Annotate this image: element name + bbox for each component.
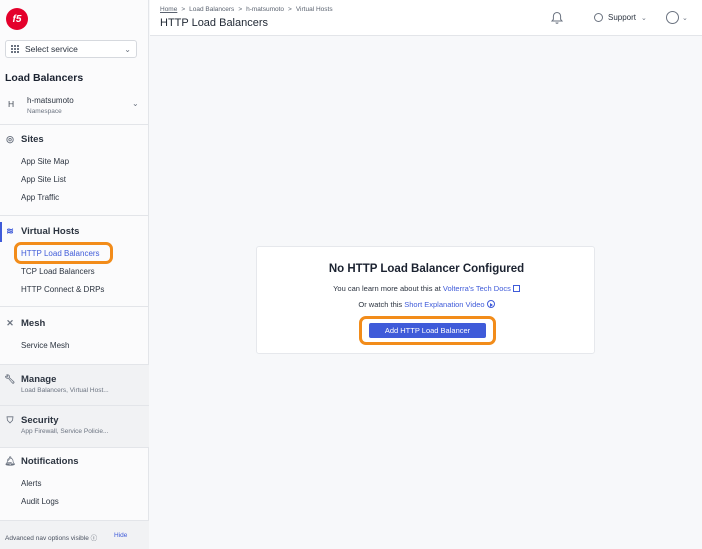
active-indicator: [0, 222, 2, 242]
nav-group-sites[interactable]: ◎ Sites: [5, 134, 44, 145]
breadcrumb-virtual-hosts: Virtual Hosts: [295, 6, 333, 13]
chevron-down-icon: ⌄: [124, 44, 131, 54]
highlight-annotation: Add HTTP Load Balancer: [359, 316, 496, 345]
nav-group-virtual-hosts[interactable]: ≋ Virtual Hosts: [5, 226, 79, 237]
nav-group-subtitle: Load Balancers, Virtual Host...: [21, 387, 109, 394]
namespace-selector[interactable]: H h-matsumoto Namespace ⌄: [0, 90, 149, 124]
breadcrumb-separator: >: [181, 6, 186, 13]
nav-group-label: Notifications: [21, 456, 79, 467]
globe-icon: [594, 13, 603, 22]
select-service-dropdown[interactable]: Select service ⌄: [5, 40, 137, 58]
section-title: Load Balancers: [5, 72, 84, 84]
docs-line-prefix: You can learn more about this at: [333, 284, 443, 293]
user-menu[interactable]: ⌄: [666, 11, 688, 24]
namespace-name: h-matsumoto: [27, 96, 74, 105]
grid-icon: [11, 44, 20, 54]
select-service-label: Select service: [25, 44, 78, 54]
breadcrumb-home[interactable]: Home: [160, 6, 177, 13]
mesh-icon: ✕: [6, 318, 14, 328]
empty-state-title: No HTTP Load Balancer Configured: [328, 263, 525, 275]
video-line-prefix: Or watch this: [358, 300, 405, 309]
nav-group-label: Security: [21, 415, 59, 426]
divider: [0, 306, 149, 307]
sidebar-item-http-load-balancers[interactable]: HTTP Load Balancers: [21, 249, 100, 258]
hide-link[interactable]: Hide: [114, 532, 127, 539]
shield-icon: ⛉: [6, 415, 14, 425]
sites-icon: ◎: [6, 134, 14, 144]
sidebar-item-http-connect-drps[interactable]: HTTP Connect & DRPs: [21, 285, 104, 294]
wrench-icon: 🔧︎: [4, 374, 16, 384]
chevron-down-icon: ⌄: [682, 14, 688, 22]
sidebar-item-app-site-list[interactable]: App Site List: [21, 175, 66, 184]
chevron-down-icon: ⌄: [132, 99, 139, 108]
nav-group-label: Sites: [21, 134, 44, 145]
breadcrumb-separator: >: [238, 6, 243, 13]
empty-state-card: No HTTP Load Balancer Configured You can…: [256, 246, 595, 354]
chevron-down-icon: ⌄: [641, 14, 647, 22]
play-icon[interactable]: [486, 300, 495, 308]
bell-icon[interactable]: [550, 11, 564, 25]
breadcrumb-separator: >: [288, 6, 292, 13]
virtual-hosts-icon: ≋: [6, 226, 14, 236]
support-menu[interactable]: Support ⌄: [594, 13, 647, 22]
sidebar-item-app-traffic[interactable]: App Traffic: [21, 193, 59, 202]
divider: [0, 215, 149, 216]
external-link-icon[interactable]: [512, 285, 520, 292]
explanation-video-link[interactable]: Short Explanation Video: [404, 300, 484, 309]
sidebar: f5 Select service ⌄ Load Balancers H h-m…: [0, 0, 149, 549]
support-label: Support: [608, 13, 637, 22]
nav-group-label: Virtual Hosts: [21, 226, 80, 237]
user-avatar-icon: [666, 11, 679, 24]
top-bar: Home > Load Balancers > h-matsumoto > Vi…: [150, 0, 702, 36]
page-title: HTTP Load Balancers: [160, 17, 269, 29]
divider: [0, 447, 149, 448]
nav-group-subtitle: App Firewall, Service Policie...: [21, 428, 109, 435]
namespace-avatar: H: [8, 99, 15, 109]
footer-text: Advanced nav options visible ⓘ: [5, 535, 98, 542]
sidebar-footer: Advanced nav options visible ⓘ Hide: [0, 520, 149, 549]
nav-group-mesh[interactable]: ✕ Mesh: [5, 318, 45, 329]
sidebar-item-service-mesh[interactable]: Service Mesh: [21, 341, 69, 350]
breadcrumb: Home > Load Balancers > h-matsumoto > Vi…: [160, 6, 333, 13]
divider: [0, 405, 149, 406]
nav-group-manage[interactable]: 🔧︎ Manage: [4, 374, 57, 385]
breadcrumb-namespace[interactable]: h-matsumoto: [246, 6, 284, 13]
nav-group-label: Manage: [21, 374, 57, 385]
bell-icon: 🔔︎: [4, 456, 16, 466]
sidebar-item-app-site-map[interactable]: App Site Map: [21, 157, 69, 166]
sidebar-item-tcp-load-balancers[interactable]: TCP Load Balancers: [21, 267, 95, 276]
divider: [0, 124, 149, 125]
nav-group-security[interactable]: ⛉ Security: [5, 415, 59, 426]
nav-group-notifications[interactable]: 🔔︎ Notifications: [4, 456, 79, 467]
nav-group-label: Mesh: [21, 318, 46, 329]
add-http-load-balancer-button[interactable]: Add HTTP Load Balancer: [369, 323, 486, 338]
namespace-label: Namespace: [27, 108, 62, 115]
f5-logo[interactable]: f5: [6, 8, 28, 30]
video-line: Or watch this Short Explanation Video: [257, 300, 596, 309]
docs-line: You can learn more about this at Volterr…: [257, 284, 596, 293]
tech-docs-link[interactable]: Volterra's Tech Docs: [443, 284, 511, 293]
sidebar-item-alerts[interactable]: Alerts: [21, 479, 41, 488]
breadcrumb-load-balancers[interactable]: Load Balancers: [189, 6, 234, 13]
sidebar-item-audit-logs[interactable]: Audit Logs: [21, 497, 59, 506]
divider: [0, 364, 149, 365]
